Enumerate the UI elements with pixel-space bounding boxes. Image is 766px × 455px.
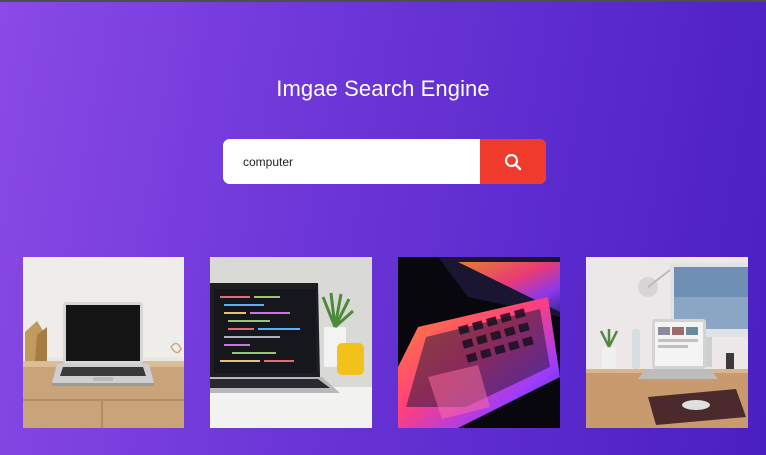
result-image[interactable]: [398, 257, 560, 428]
search-input[interactable]: [223, 139, 480, 184]
result-image[interactable]: [23, 257, 184, 428]
laptop-keyboard-photo: [398, 257, 560, 428]
laptop-desk-photo: [23, 257, 184, 428]
page-title: Imgae Search Engine: [276, 76, 490, 101]
window-top-border: [0, 0, 766, 2]
laptop-code-photo: [210, 257, 372, 428]
result-image[interactable]: [586, 257, 748, 428]
search-bar: [223, 139, 546, 184]
search-icon: [504, 153, 522, 170]
image-results-grid: [0, 257, 766, 428]
desk-setup-photo: [586, 257, 748, 428]
search-button[interactable]: [480, 139, 546, 184]
result-image[interactable]: [210, 257, 372, 428]
